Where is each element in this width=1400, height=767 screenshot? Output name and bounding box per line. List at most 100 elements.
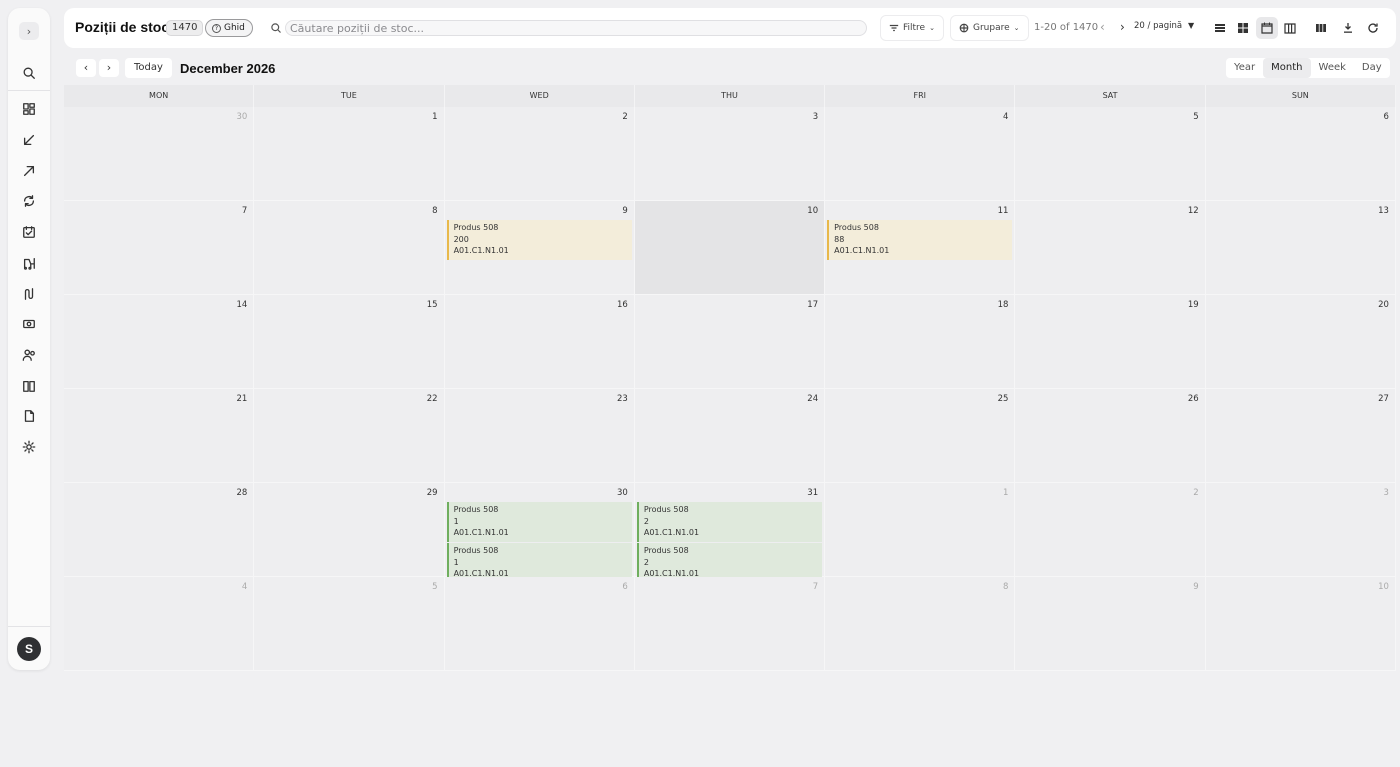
dashboard-icon[interactable] — [18, 98, 40, 120]
caret-down-icon[interactable]: ▼ — [1188, 21, 1194, 30]
prev-page-button[interactable]: ‹ — [1100, 20, 1105, 34]
day-cell[interactable]: 13 — [1205, 201, 1396, 294]
day-cell[interactable]: 8 — [254, 201, 445, 294]
day-number: 6 — [1383, 112, 1389, 122]
calendar-event[interactable]: Produs 508 88 A01.C1.N1.01 — [827, 220, 1013, 260]
day-cell[interactable]: 17 — [634, 295, 826, 388]
day-cell[interactable]: 28 — [64, 483, 255, 576]
day-number: 17 — [807, 300, 819, 310]
day-cell[interactable]: 10 — [1205, 577, 1396, 670]
day-cell[interactable]: 2 — [444, 107, 635, 200]
day-cell[interactable]: 20 — [1205, 295, 1396, 388]
download-button[interactable] — [1337, 17, 1359, 39]
day-number: 10 — [807, 206, 819, 216]
day-cell[interactable]: 31 Produs 508 2 A01.C1.N1.01 Produs 508 … — [634, 483, 826, 577]
arrow-up-right-icon[interactable] — [18, 160, 40, 182]
day-cell[interactable]: 25 — [825, 389, 1016, 482]
columns-button[interactable] — [1310, 17, 1332, 39]
event-location: A01.C1.N1.01 — [453, 569, 509, 577]
view-week-button[interactable]: Week — [1311, 58, 1354, 78]
weekday-label: WED — [445, 85, 635, 107]
day-number: 14 — [236, 300, 248, 310]
day-cell[interactable]: 30 Produs 508 1 A01.C1.N1.01 Produs 508 … — [444, 483, 635, 577]
guide-button[interactable]: ? Ghid — [205, 19, 253, 37]
sidebar-toggle-button[interactable]: › — [19, 22, 39, 40]
day-cell[interactable]: 21 — [64, 389, 255, 482]
view-month-button[interactable]: Month — [1263, 58, 1311, 78]
calendar-event[interactable]: Produs 508 2 A01.C1.N1.01 — [636, 502, 823, 542]
users-icon[interactable] — [18, 344, 40, 366]
day-number: 3 — [1383, 488, 1389, 498]
inventory-icon[interactable] — [18, 221, 40, 243]
refresh-button[interactable] — [1362, 17, 1384, 39]
view-day-button[interactable]: Day — [1354, 58, 1390, 78]
next-page-button[interactable]: › — [1120, 20, 1125, 34]
calendar-event[interactable]: Produs 508 200 A01.C1.N1.01 — [446, 220, 632, 260]
arrow-down-left-icon[interactable] — [18, 129, 40, 151]
day-cell[interactable]: 27 — [1205, 389, 1396, 482]
sidebar: › S — [8, 8, 50, 670]
day-cell[interactable]: 4 — [64, 577, 255, 670]
day-cell[interactable]: 3 — [1205, 483, 1396, 576]
day-cell[interactable]: 9 — [1015, 577, 1206, 670]
event-quantity: 2 — [643, 557, 649, 567]
day-cell[interactable]: 23 — [444, 389, 635, 482]
day-cell[interactable]: 11 Produs 508 88 A01.C1.N1.01 — [825, 201, 1016, 294]
calendar-event[interactable]: Produs 508 1 A01.C1.N1.01 — [446, 502, 632, 542]
forklift-icon[interactable] — [18, 252, 40, 274]
day-cell[interactable]: 6 — [1205, 107, 1396, 200]
grid-view-button[interactable] — [1232, 17, 1254, 39]
user-avatar[interactable]: S — [17, 637, 41, 661]
day-cell[interactable]: 24 — [634, 389, 826, 482]
prev-month-button[interactable]: ‹ — [76, 59, 96, 77]
map-view-button[interactable] — [1279, 17, 1301, 39]
day-cell[interactable]: 16 — [444, 295, 635, 388]
day-cell-selected[interactable]: 10 — [634, 201, 826, 294]
filters-button[interactable]: Filtre ⌄ — [880, 15, 944, 41]
view-year-button[interactable]: Year — [1226, 58, 1263, 78]
settings-icon[interactable] — [18, 436, 40, 458]
day-cell[interactable]: 5 — [254, 577, 445, 670]
day-cell[interactable]: 1 — [825, 483, 1016, 576]
grouping-button[interactable]: Grupare ⌄ — [950, 15, 1029, 41]
day-number: 7 — [241, 206, 248, 216]
day-cell[interactable]: 2 — [1015, 483, 1206, 576]
per-page-select[interactable]: 20 / pagină — [1134, 21, 1182, 31]
today-button[interactable]: Today — [125, 58, 172, 78]
search-input[interactable] — [285, 20, 867, 36]
day-cell[interactable]: 15 — [254, 295, 445, 388]
book-icon[interactable] — [18, 375, 40, 397]
day-cell[interactable]: 22 — [254, 389, 445, 482]
day-cell[interactable]: 7 — [64, 201, 255, 294]
list-view-button[interactable] — [1209, 17, 1231, 39]
day-number: 21 — [236, 394, 248, 404]
day-cell[interactable]: 14 — [64, 295, 255, 388]
sidebar-divider — [8, 90, 50, 91]
day-cell[interactable]: 9 Produs 508 200 A01.C1.N1.01 — [444, 201, 635, 294]
calendar-event[interactable]: Produs 508 1 A01.C1.N1.01 — [446, 543, 632, 577]
day-cell[interactable]: 19 — [1015, 295, 1206, 388]
day-cell[interactable]: 26 — [1015, 389, 1206, 482]
day-cell[interactable]: 7 — [634, 577, 826, 670]
day-cell[interactable]: 3 — [634, 107, 826, 200]
money-icon[interactable] — [18, 313, 40, 335]
calendar-icon — [1261, 22, 1273, 34]
day-cell[interactable]: 5 — [1015, 107, 1206, 200]
day-cell[interactable]: 18 — [825, 295, 1016, 388]
event-quantity: 200 — [453, 234, 469, 244]
refresh-icon[interactable] — [18, 190, 40, 212]
day-cell[interactable]: 30 — [64, 107, 255, 200]
day-cell[interactable]: 29 — [254, 483, 445, 576]
day-cell[interactable]: 4 — [825, 107, 1016, 200]
file-icon[interactable] — [18, 405, 40, 427]
route-icon[interactable] — [18, 283, 40, 305]
next-month-button[interactable]: › — [99, 59, 119, 77]
day-cell[interactable]: 8 — [825, 577, 1016, 670]
day-cell[interactable]: 12 — [1015, 201, 1206, 294]
calendar-event[interactable]: Produs 508 2 A01.C1.N1.01 — [636, 543, 823, 577]
day-cell[interactable]: 6 — [444, 577, 635, 670]
search-icon[interactable] — [18, 62, 40, 84]
month-grid: 30 1 2 3 4 5 6 7 8 9 Produs 508 200 A01.… — [64, 107, 1396, 671]
day-cell[interactable]: 1 — [254, 107, 445, 200]
calendar-view-button[interactable] — [1256, 17, 1278, 39]
